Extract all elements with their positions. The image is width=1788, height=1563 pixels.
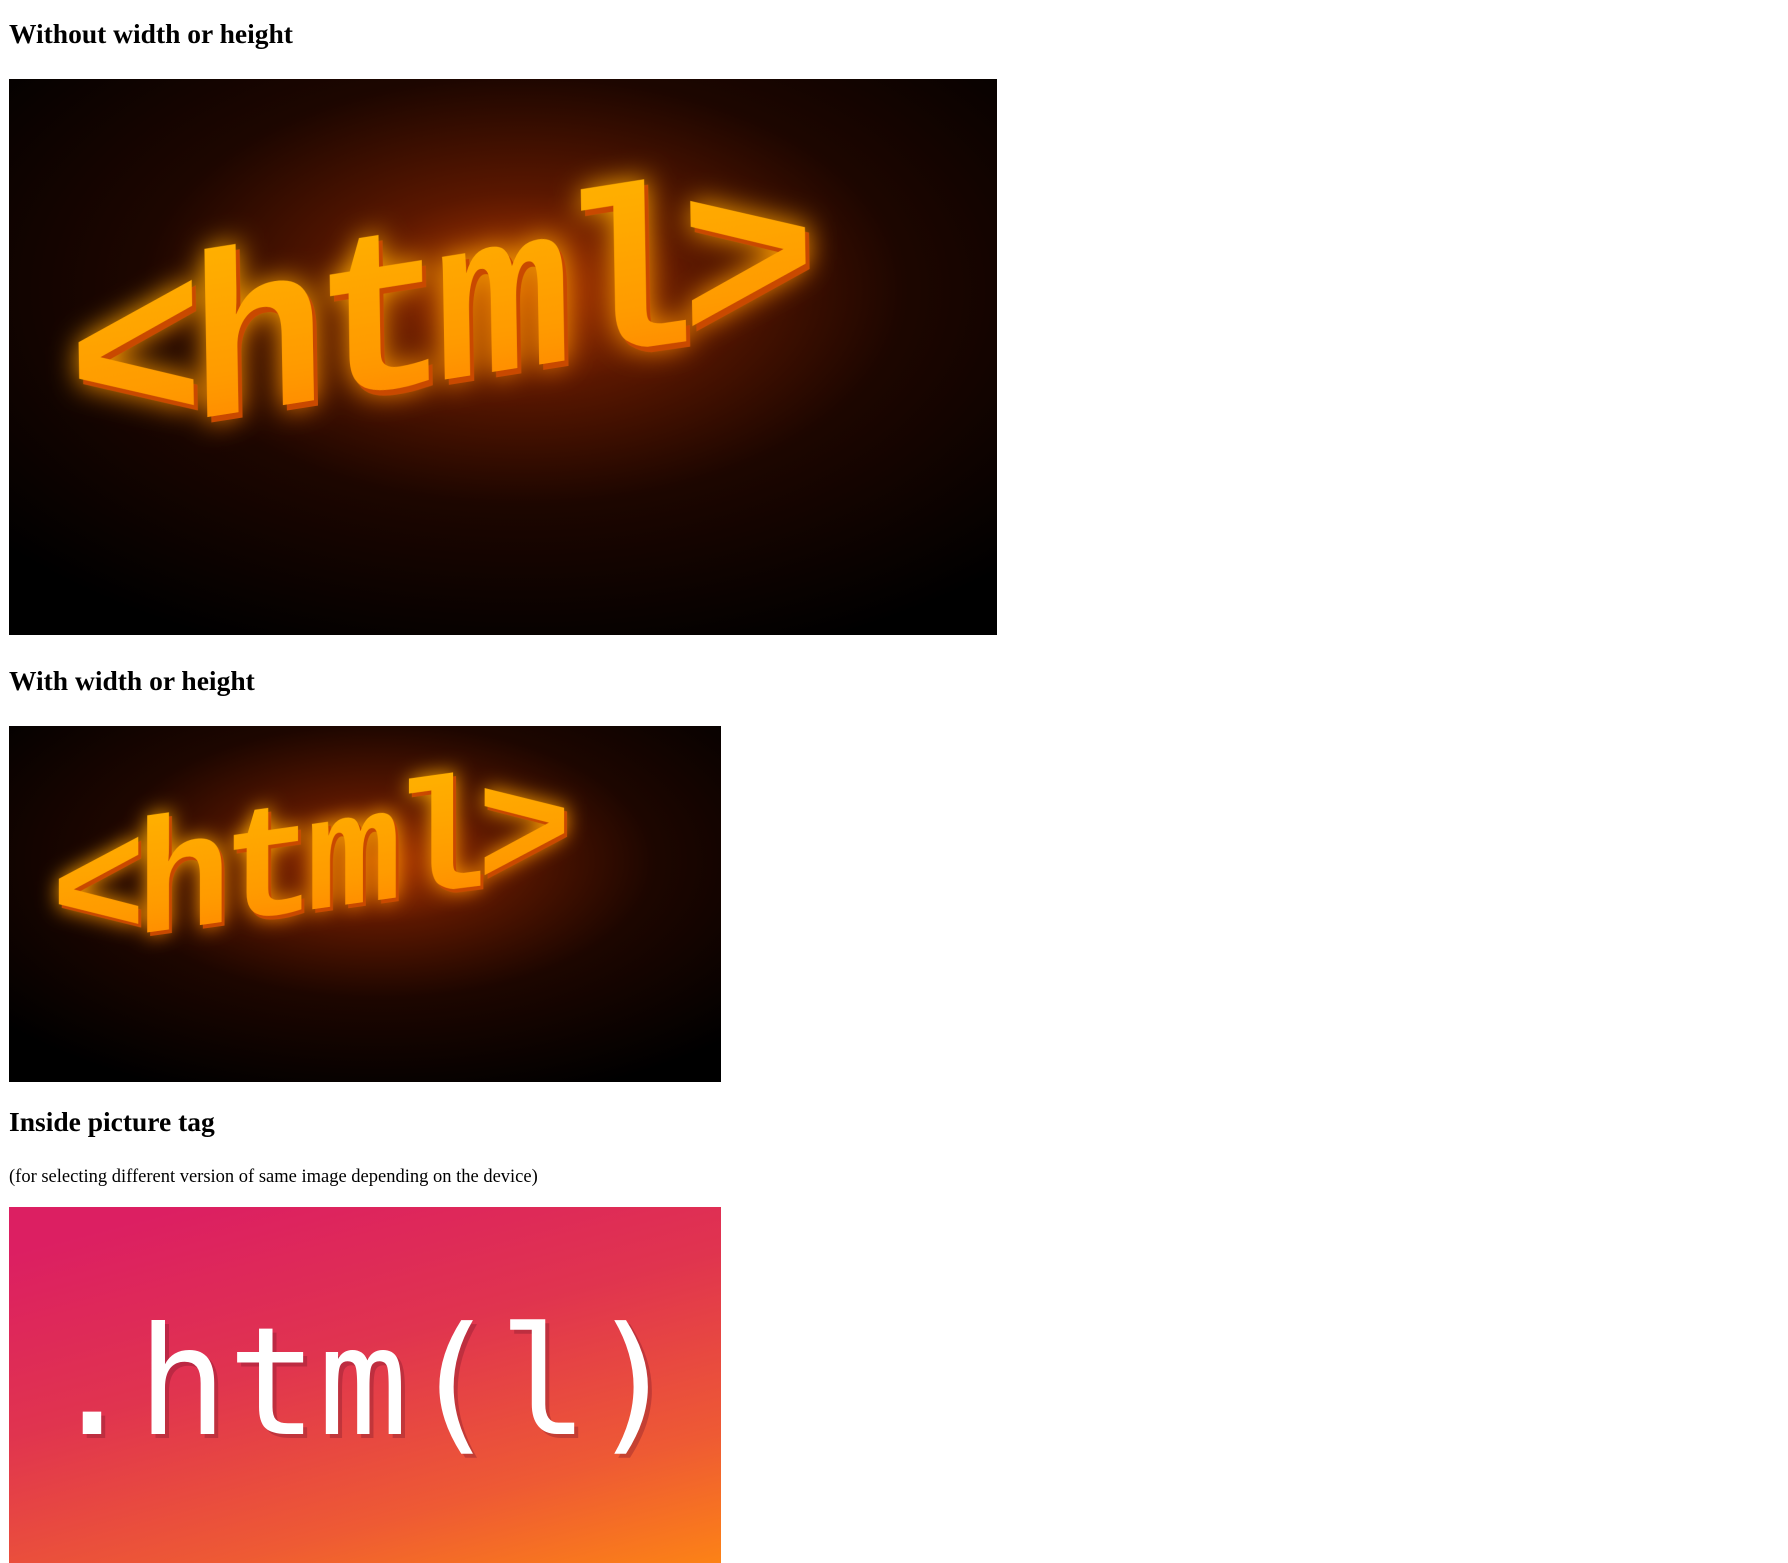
- heading-without-width-or-height: Without width or height: [9, 18, 293, 49]
- html-neon-graphic: <html> <html>: [9, 79, 997, 635]
- html-neon-image-sized: <html> <html>: [9, 726, 721, 1082]
- picture-tag-caption: (for selecting different version of same…: [9, 1167, 538, 1187]
- html-neon-graphic-small: <html> <html>: [9, 726, 721, 1082]
- htm-l-text: .htm(l): [47, 1296, 679, 1470]
- html-neon-image-natural-size: <html> <html>: [9, 79, 997, 635]
- heading-with-width-or-height: With width or height: [9, 665, 255, 696]
- htm-l-gradient-graphic: .htm(l) .htm(l): [9, 1207, 721, 1563]
- heading-inside-picture-tag: Inside picture tag: [9, 1106, 215, 1137]
- htm-l-gradient-image: .htm(l) .htm(l): [9, 1207, 721, 1563]
